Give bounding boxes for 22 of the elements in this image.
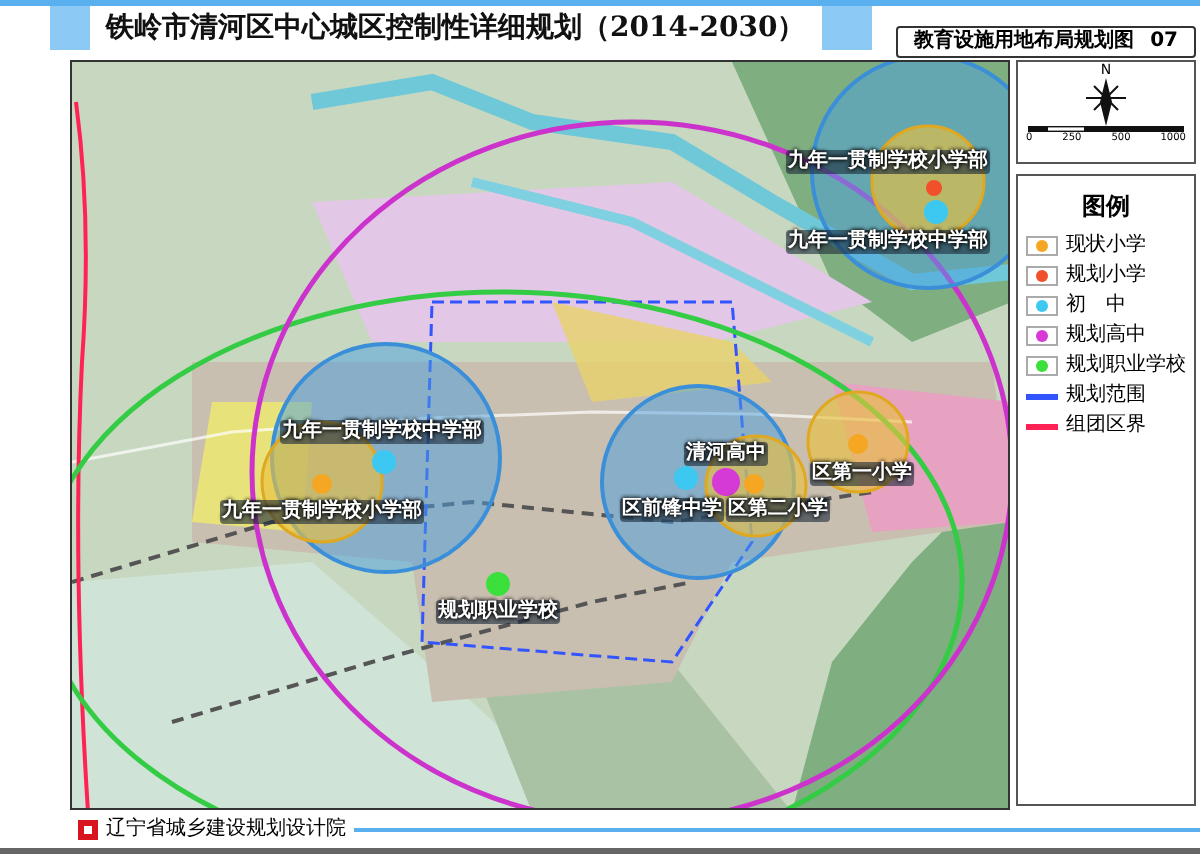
school-label: 九年一贯制学校小学部 xyxy=(786,150,990,174)
legend-label: 规划范围 xyxy=(1066,384,1146,408)
legend-label: 规划小学 xyxy=(1066,264,1146,288)
map-title: 铁岭市清河区中心城区控制性详细规划（2014-2030） xyxy=(103,9,808,48)
school-label: 九年一贯制学校中学部 xyxy=(786,230,990,254)
school-label: 区第一小学 xyxy=(810,462,914,486)
header-accent-block xyxy=(821,6,872,50)
legend-label: 组团区界 xyxy=(1066,414,1146,438)
sheet-number: 07 xyxy=(1150,28,1178,56)
legend-label: 规划职业学校 xyxy=(1066,354,1186,378)
sheet-name: 教育设施用地布局规划图 xyxy=(914,28,1135,56)
legend-label: 现状小学 xyxy=(1066,234,1146,258)
header-accent-block xyxy=(50,6,90,50)
scale-bar-icon xyxy=(1028,126,1184,132)
legend-title: 图例 xyxy=(1080,190,1132,224)
legend-label: 初 中 xyxy=(1066,294,1126,318)
school-label: 九年一贯制学校中学部 xyxy=(280,420,484,444)
school-label: 九年一贯制学校小学部 xyxy=(220,500,424,524)
legend-label: 规划高中 xyxy=(1066,324,1146,348)
compass-rose-icon xyxy=(1086,78,1126,126)
logo-icon xyxy=(78,819,98,839)
organization-name: 辽宁省城乡建设规划设计院 xyxy=(106,819,346,839)
